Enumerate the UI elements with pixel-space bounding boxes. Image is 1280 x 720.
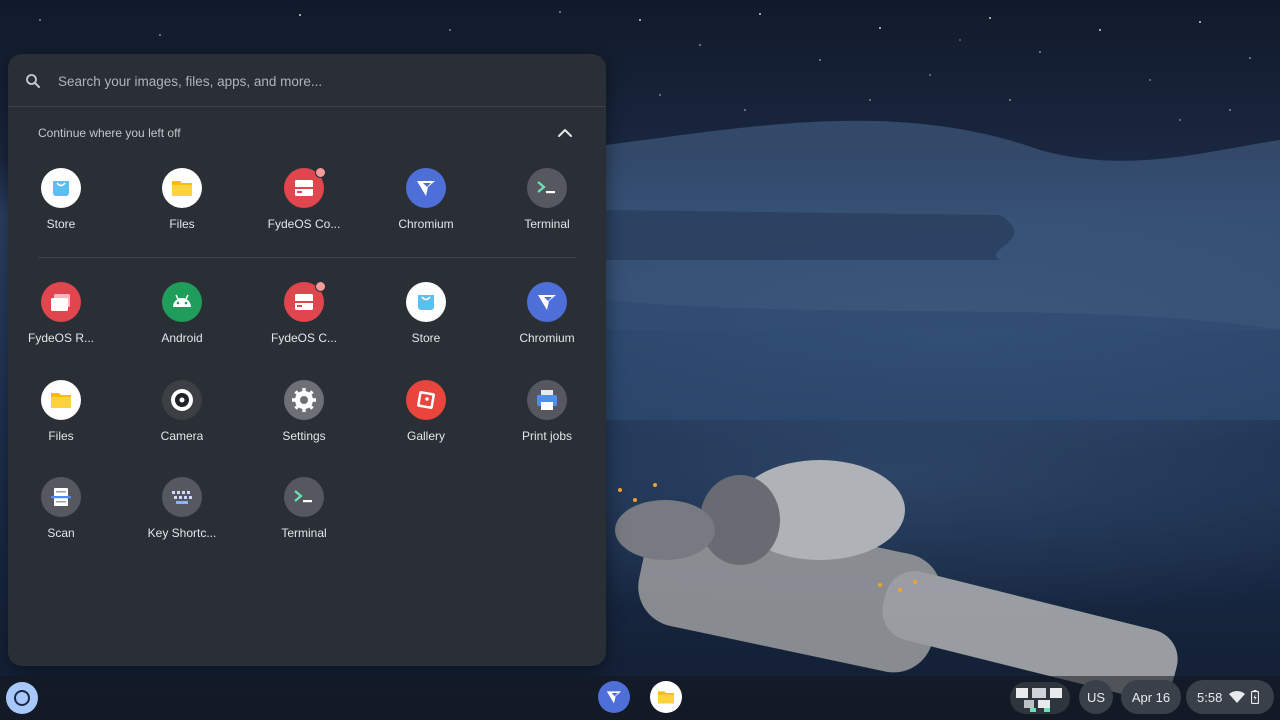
tile-label: Store: [411, 331, 441, 345]
shelf-chromium-icon[interactable]: [598, 681, 630, 713]
tile-label: Chromium: [398, 217, 454, 231]
search-bar: [8, 54, 606, 107]
app-fydeos-control[interactable]: FydeOS C...: [248, 281, 360, 362]
continue-item-fydeos-control[interactable]: FydeOS Co...: [248, 167, 360, 248]
app-print-jobs[interactable]: Print jobs: [491, 380, 603, 460]
battery-icon: [1251, 690, 1260, 704]
ime-indicator[interactable]: US: [1079, 680, 1113, 714]
tile-label: Files: [169, 217, 195, 231]
files-icon: [162, 168, 202, 208]
search-icon: [26, 74, 40, 88]
terminal-icon: [284, 477, 324, 517]
tile-label: Terminal: [524, 217, 570, 231]
app-scan[interactable]: Scan: [8, 477, 117, 557]
date-tray[interactable]: Apr 16: [1121, 680, 1181, 714]
tile-label: Print jobs: [521, 429, 573, 443]
app-android[interactable]: Android: [126, 282, 238, 362]
files-icon: [41, 380, 81, 420]
chevron-up-icon[interactable]: [554, 124, 576, 142]
holding-space-thumbnail[interactable]: [1010, 682, 1070, 714]
continue-item-files[interactable]: Files: [126, 168, 238, 248]
settings-icon: [284, 380, 324, 420]
app-terminal[interactable]: Terminal: [248, 477, 360, 557]
tile-label: Terminal: [281, 526, 327, 540]
tile-label: Key Shortc...: [147, 526, 217, 540]
tile-label: Gallery: [406, 429, 445, 443]
printer-icon: [527, 380, 567, 420]
app-store[interactable]: Store: [370, 282, 482, 362]
tile-label: Store: [46, 217, 76, 231]
tile-label: FydeOS Co...: [267, 217, 341, 231]
launcher-circle-icon: [14, 690, 30, 706]
app-launcher: Continue where you left off Store Files …: [8, 54, 606, 666]
status-tray[interactable]: 5:58: [1186, 680, 1274, 714]
continue-item-chromium[interactable]: Chromium: [370, 168, 482, 248]
thumbnail-preview-icon: [1016, 688, 1062, 712]
app-files[interactable]: Files: [8, 380, 117, 460]
app-camera[interactable]: Camera: [126, 380, 238, 460]
fydeos-control-icon: [284, 167, 326, 208]
app-key-shortcuts[interactable]: Key Shortc...: [126, 477, 238, 557]
app-chromium[interactable]: Chromium: [491, 282, 603, 362]
camera-icon: [162, 380, 202, 420]
gallery-icon: [406, 380, 446, 420]
tile-label: Android: [161, 331, 203, 345]
keyboard-icon: [162, 477, 202, 517]
shelf-files-icon[interactable]: [650, 681, 682, 713]
fydeos-control-icon: [284, 281, 326, 322]
chromium-icon: [406, 168, 446, 208]
continue-section-title: Continue where you left off: [38, 126, 181, 140]
wifi-icon: [1229, 690, 1246, 703]
store-icon: [406, 282, 446, 322]
launcher-button[interactable]: [6, 682, 38, 714]
app-fydeos-remote[interactable]: FydeOS R...: [8, 282, 117, 362]
tile-label: Chromium: [519, 331, 575, 345]
android-icon: [162, 282, 202, 322]
fydeos-remote-icon: [41, 282, 81, 322]
tile-label: Scan: [47, 526, 75, 540]
store-icon: [41, 168, 81, 208]
continue-item-store[interactable]: Store: [8, 168, 117, 248]
chromium-icon: [527, 282, 567, 322]
app-settings[interactable]: Settings: [248, 380, 360, 460]
tile-label: Files: [48, 429, 74, 443]
tile-label: Camera: [160, 429, 204, 443]
continue-item-terminal[interactable]: Terminal: [491, 168, 603, 248]
search-input[interactable]: [56, 68, 580, 94]
tile-label: Settings: [282, 429, 326, 443]
clock-time: 5:58: [1197, 689, 1223, 705]
terminal-icon: [527, 168, 567, 208]
tile-label: FydeOS C...: [270, 331, 338, 345]
app-gallery[interactable]: Gallery: [370, 380, 482, 460]
tile-label: FydeOS R...: [27, 331, 95, 345]
section-divider: [38, 257, 576, 258]
scan-icon: [41, 477, 81, 517]
